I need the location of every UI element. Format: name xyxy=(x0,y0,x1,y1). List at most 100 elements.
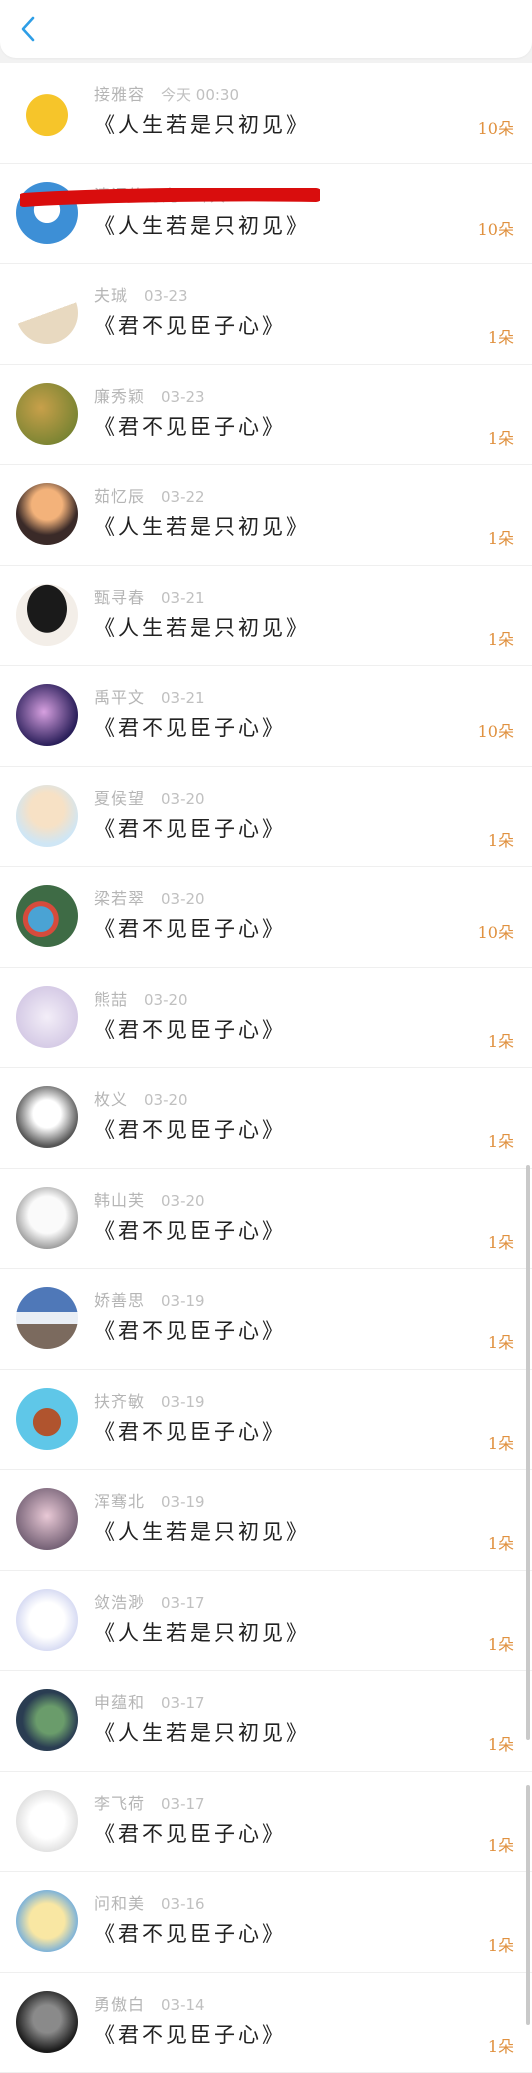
laughing-cat-avatar[interactable] xyxy=(16,81,78,143)
landscape-avatar[interactable] xyxy=(16,1287,78,1349)
user-name[interactable]: 问和美03-16 xyxy=(94,1890,205,1914)
book-title[interactable]: 《人生若是只初见》 xyxy=(94,210,310,240)
user-name[interactable]: 夏侯望03-20 xyxy=(94,785,205,809)
scrollbar-lower[interactable] xyxy=(526,1785,530,2025)
book-title[interactable]: 《人生若是只初见》 xyxy=(94,1617,310,1647)
anime-girl-avatar[interactable] xyxy=(16,785,78,847)
list-item[interactable]: 甄寻春03-21《人生若是只初见》1朵 xyxy=(0,566,532,667)
list-item[interactable]: 韩山芙03-20《君不见臣子心》1朵 xyxy=(0,1169,532,1270)
manga-sketch-avatar[interactable] xyxy=(16,1187,78,1249)
list-item[interactable]: 清涩的月光昨天 13:08《人生若是只初见》10朵 xyxy=(0,164,532,265)
teacups-avatar[interactable] xyxy=(16,885,78,947)
list-item[interactable]: 李飞荷03-17 《君不见臣子心》 1朵 xyxy=(0,1772,532,1873)
list-item[interactable]: 申蕴和03-17《人生若是只初见》1朵 xyxy=(0,1671,532,1772)
list-item[interactable]: 接雅容今天 00:30《人生若是只初见》10朵 xyxy=(0,63,532,164)
list-item[interactable]: 夫珹03-23 《君不见臣子心》 1朵 xyxy=(0,264,532,365)
book-title[interactable]: 《君不见臣子心》 xyxy=(94,1818,286,1848)
top-hat-avatar[interactable] xyxy=(16,1388,78,1450)
user-name[interactable]: 禹平文03-21 xyxy=(94,684,205,708)
flower-count: 10朵 xyxy=(478,718,514,742)
fantasy-character-avatar[interactable] xyxy=(16,684,78,746)
user-name[interactable]: 廉秀颖03-23 xyxy=(94,383,205,407)
timestamp: 03-20 xyxy=(144,1091,188,1109)
book-title[interactable]: 《君不见臣子心》 xyxy=(94,1416,286,1446)
cartoon-character-avatar[interactable] xyxy=(16,282,78,344)
book-title[interactable]: 《君不见臣子心》 xyxy=(94,1114,286,1144)
timestamp: 03-21 xyxy=(161,689,205,707)
user-name[interactable]: 枚义03-20 xyxy=(94,1086,188,1110)
flower-count: 1朵 xyxy=(488,1128,514,1152)
user-name[interactable]: 夫珹03-23 xyxy=(94,282,188,306)
user-name[interactable]: 李飞荷03-17 xyxy=(94,1790,205,1814)
manga-avatar[interactable] xyxy=(16,1086,78,1148)
timestamp: 03-19 xyxy=(161,1393,205,1411)
user-name[interactable]: 接雅容今天 00:30 xyxy=(94,81,239,105)
flower-count: 1朵 xyxy=(488,1832,514,1856)
book-title[interactable]: 《人生若是只初见》 xyxy=(94,612,310,642)
user-name[interactable]: 娇善思03-19 xyxy=(94,1287,205,1311)
book-title[interactable]: 《君不见臣子心》 xyxy=(94,1215,286,1245)
list-item[interactable]: 禹平文03-21 《君不见臣子心》 10朵 xyxy=(0,666,532,767)
book-title[interactable]: 《君不见臣子心》 xyxy=(94,2019,286,2049)
book-title[interactable]: 《人生若是只初见》 xyxy=(94,511,310,541)
cat-avatar[interactable] xyxy=(16,1589,78,1651)
book-title[interactable]: 《君不见臣子心》 xyxy=(94,813,286,843)
timestamp: 03-20 xyxy=(161,790,205,808)
plant-avatar[interactable] xyxy=(16,1689,78,1751)
book-title[interactable]: 《人生若是只初见》 xyxy=(94,109,310,139)
timestamp: 03-14 xyxy=(161,1996,205,2014)
back-button[interactable] xyxy=(14,12,42,46)
timestamp: 03-17 xyxy=(161,1594,205,1612)
flower-count: 1朵 xyxy=(488,1631,514,1655)
book-title[interactable]: 《君不见臣子心》 xyxy=(94,712,286,742)
timestamp: 03-17 xyxy=(161,1694,205,1712)
flower-count: 1朵 xyxy=(488,2033,514,2057)
user-name[interactable]: 浑骞北03-19 xyxy=(94,1488,205,1512)
book-title[interactable]: 《君不见臣子心》 xyxy=(94,913,286,943)
user-name[interactable]: 扶齐敏03-19 xyxy=(94,1388,205,1412)
list-item[interactable]: 熊喆03-20《君不见臣子心》1朵 xyxy=(0,968,532,1069)
user-name[interactable]: 熊喆03-20 xyxy=(94,986,188,1010)
list-item[interactable]: 枚义03-20 《君不见臣子心》 1朵 xyxy=(0,1068,532,1169)
user-name[interactable]: 韩山芙03-20 xyxy=(94,1187,205,1211)
list-item[interactable]: 梁若翠03-20《君不见臣子心》10朵 xyxy=(0,867,532,968)
user-name[interactable]: 甄寻春03-21 xyxy=(94,584,205,608)
anime-sketch-avatar[interactable] xyxy=(16,986,78,1048)
list-item[interactable]: 浑骞北03-19 《人生若是只初见》 1朵 xyxy=(0,1470,532,1571)
timestamp: 03-21 xyxy=(161,589,205,607)
list-item[interactable]: 问和美03-16《君不见臣子心》1朵 xyxy=(0,1872,532,1973)
user-name[interactable]: 梁若翠03-20 xyxy=(94,885,205,909)
book-title[interactable]: 《人生若是只初见》 xyxy=(94,1516,310,1546)
timestamp: 03-19 xyxy=(161,1292,205,1310)
user-name[interactable]: 申蕴和03-17 xyxy=(94,1689,205,1713)
list-item[interactable]: 廉秀颖03-23《君不见臣子心》1朵 xyxy=(0,365,532,466)
list-item[interactable]: 扶齐敏03-19《君不见臣子心》1朵 xyxy=(0,1370,532,1471)
list-item[interactable]: 茹忆辰03-22《人生若是只初见》1朵 xyxy=(0,465,532,566)
flower-count: 1朵 xyxy=(488,324,514,348)
list-item[interactable]: 娇善思03-19《君不见臣子心》1朵 xyxy=(0,1269,532,1370)
book-title[interactable]: 《君不见臣子心》 xyxy=(94,1014,286,1044)
comic-avatar[interactable] xyxy=(16,1890,78,1952)
flower-count: 1朵 xyxy=(488,1530,514,1554)
portrait-avatar[interactable] xyxy=(16,1991,78,2053)
flower-count: 10朵 xyxy=(478,216,514,240)
book-title[interactable]: 《人生若是只初见》 xyxy=(94,1717,310,1747)
astronaut-avatar[interactable] xyxy=(16,1790,78,1852)
anime-character-avatar[interactable] xyxy=(16,383,78,445)
user-name[interactable]: 敛浩渺03-17 xyxy=(94,1589,205,1613)
book-title[interactable]: 《君不见臣子心》 xyxy=(94,1315,286,1345)
user-name[interactable]: 勇傲白03-14 xyxy=(94,1991,205,2015)
list-item[interactable]: 敛浩渺03-17 《人生若是只初见》 1朵 xyxy=(0,1571,532,1672)
list-item[interactable]: 勇傲白03-14 《君不见臣子心》 1朵 xyxy=(0,1973,532,2073)
dark-hair-avatar[interactable] xyxy=(16,584,78,646)
scrollbar-upper[interactable] xyxy=(526,1165,530,1740)
timestamp: 03-23 xyxy=(144,287,188,305)
user-name[interactable]: 茹忆辰03-22 xyxy=(94,483,205,507)
book-title[interactable]: 《君不见臣子心》 xyxy=(94,1918,286,1948)
book-title[interactable]: 《君不见臣子心》 xyxy=(94,411,286,441)
list-item[interactable]: 夏侯望03-20《君不见臣子心》1朵 xyxy=(0,767,532,868)
timestamp: 03-17 xyxy=(161,1795,205,1813)
girl-photo-avatar[interactable] xyxy=(16,483,78,545)
book-title[interactable]: 《君不见臣子心》 xyxy=(94,310,286,340)
anime-pair-avatar[interactable] xyxy=(16,1488,78,1550)
